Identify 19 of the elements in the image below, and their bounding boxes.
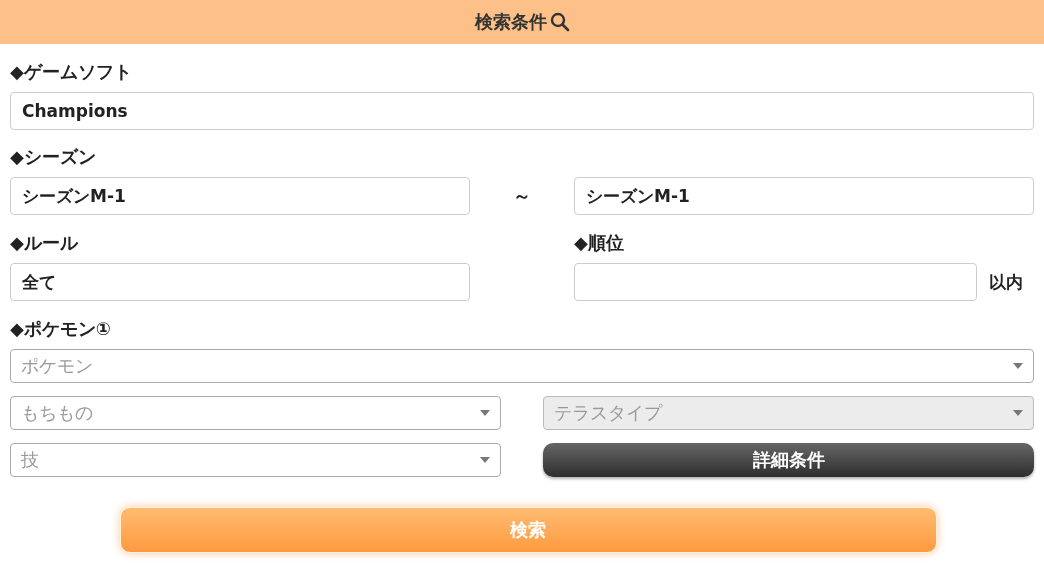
input-field[interactable]: 全て (10, 263, 470, 301)
caret-icon (480, 410, 490, 416)
detail-button[interactable]: 詳細条件 (543, 443, 1034, 477)
field-label: ◆ポケモン① (10, 317, 113, 341)
search-icon (549, 12, 570, 32)
caret-icon (1013, 410, 1023, 416)
header-title: 検索条件 (474, 10, 547, 34)
field-label: ◆順位 (574, 231, 625, 255)
input-field[interactable]: シーズンM-1 (10, 177, 470, 215)
field-label: ◆ルール (10, 231, 80, 255)
range-separator: ～ (512, 184, 532, 208)
caret-icon (480, 457, 490, 463)
input-field[interactable]: シーズンM-1 (574, 177, 1034, 215)
input-field[interactable] (574, 263, 977, 301)
field-label: ◆シーズン (10, 145, 97, 169)
unit-label: 以内 (989, 271, 1023, 294)
input-field[interactable]: Champions (10, 92, 1034, 130)
caret-icon (1013, 363, 1023, 369)
field-label: ◆ゲームソフト (10, 60, 133, 84)
